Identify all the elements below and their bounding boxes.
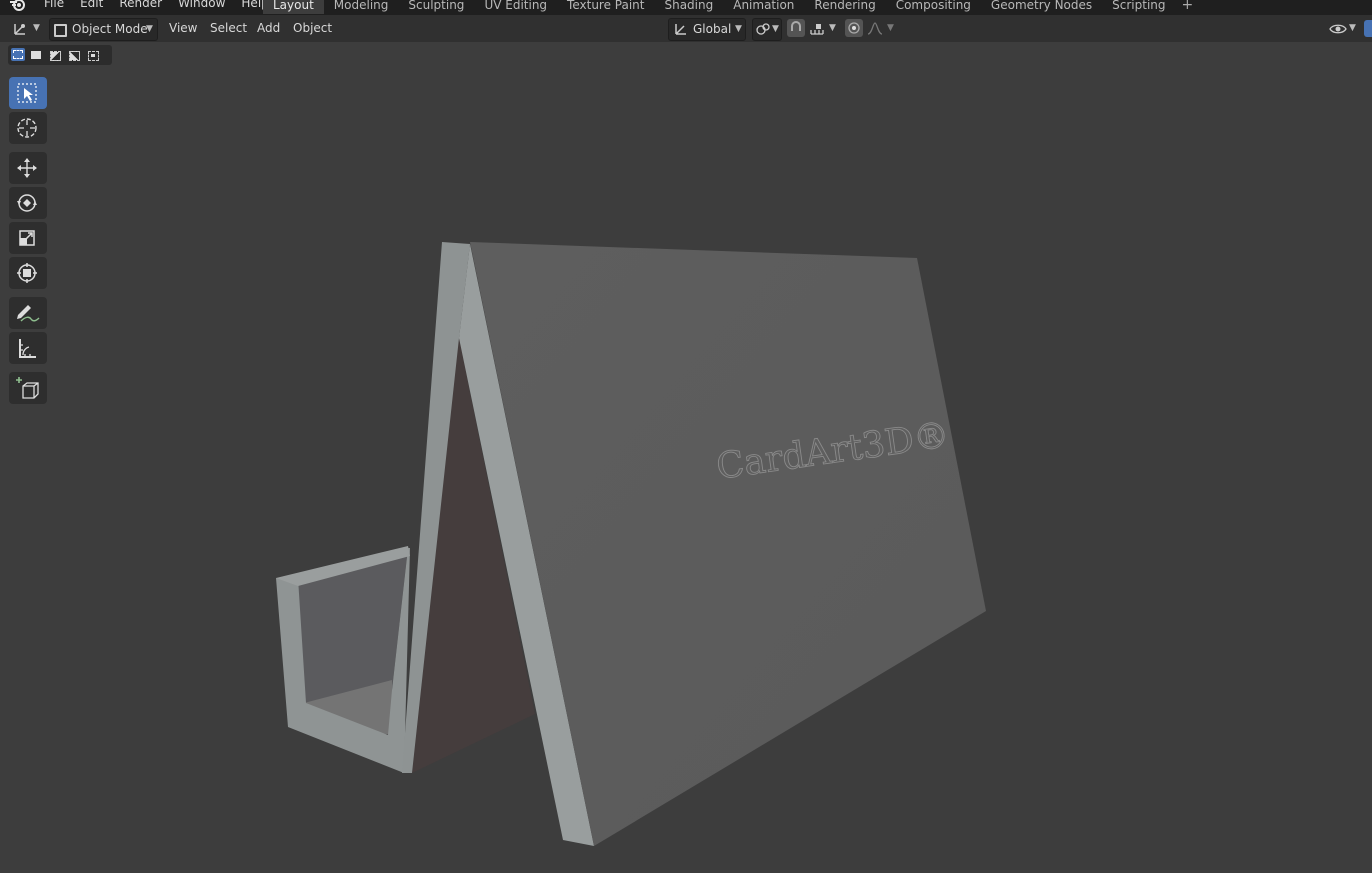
menu-render[interactable]: Render	[111, 0, 170, 11]
falloff-curve-icon	[867, 22, 883, 35]
add-cube-icon	[16, 377, 39, 399]
proportional-edit-icon	[845, 19, 863, 37]
menu-window[interactable]: Window	[170, 0, 233, 11]
falloff-dropdown[interactable]: ▼	[867, 18, 895, 39]
axis-orientation-icon	[675, 24, 686, 35]
chevron-down-icon: ▼	[146, 24, 153, 34]
pencil-icon	[17, 305, 40, 322]
tool-annotate[interactable]	[9, 297, 47, 329]
tab-geometry-nodes[interactable]: Geometry Nodes	[981, 0, 1102, 14]
orientation-dropdown[interactable]: Global ▼	[668, 18, 746, 41]
select-intersect-fill	[91, 54, 95, 57]
menu-add[interactable]: Add	[257, 18, 280, 39]
tab-rendering[interactable]: Rendering	[804, 0, 885, 14]
magnet-icon	[787, 19, 805, 37]
tab-animation[interactable]: Animation	[723, 0, 804, 14]
overlay-toggle[interactable]	[1364, 20, 1372, 37]
chevron-down-icon: ▼	[1349, 23, 1356, 33]
mode-label: Object Mode	[72, 22, 148, 36]
tab-modeling[interactable]: Modeling	[324, 0, 399, 14]
menu-edit[interactable]: Edit	[72, 0, 111, 11]
menu-view[interactable]: View	[169, 18, 197, 39]
snap-target-dropdown[interactable]: ▼	[809, 18, 837, 39]
menu-file[interactable]: File	[36, 0, 72, 11]
tab-uv-editing[interactable]: UV Editing	[474, 0, 557, 14]
select-extend-icon	[31, 51, 41, 59]
snap-increment-icon	[810, 24, 824, 35]
tool-rotate[interactable]	[9, 187, 47, 219]
select-subtract-button[interactable]	[48, 48, 62, 61]
menu-object[interactable]: Object	[293, 18, 332, 39]
menu-select[interactable]: Select	[210, 18, 247, 39]
select-new-button[interactable]	[11, 48, 25, 61]
3d-viewport-icon	[14, 24, 25, 35]
tab-texture-paint[interactable]: Texture Paint	[557, 0, 654, 14]
rotate-icon	[17, 194, 37, 212]
tool-measure[interactable]	[9, 332, 47, 364]
select-invert-icon	[69, 51, 80, 61]
tab-scripting[interactable]: Scripting	[1102, 0, 1175, 14]
tool-scale[interactable]	[9, 222, 47, 254]
object-mode-icon	[54, 24, 67, 37]
transform-icon	[17, 263, 37, 283]
editor-type-button[interactable]: ▼	[10, 18, 40, 39]
chevron-down-icon: ▼	[735, 24, 742, 34]
mode-dropdown[interactable]: Object Mode ▼	[49, 18, 158, 41]
chevron-down-icon: ▼	[887, 23, 894, 33]
3d-viewport[interactable]: CardArt3D®	[0, 42, 1372, 873]
tool-move[interactable]	[9, 152, 47, 184]
tool-transform[interactable]	[9, 257, 47, 289]
visibility-dropdown[interactable]: ▼	[1329, 18, 1359, 39]
chevron-down-icon: ▼	[772, 24, 779, 34]
select-new-icon	[13, 50, 23, 59]
top-bar: File Edit Render Window Help Layout Mode…	[0, 0, 1372, 15]
select-subtract-icon	[50, 51, 61, 61]
pivot-icon	[756, 23, 770, 35]
proportional-editing-toggle[interactable]	[845, 18, 865, 39]
pivot-point-dropdown[interactable]: ▼	[752, 18, 782, 41]
tab-sculpting[interactable]: Sculpting	[398, 0, 474, 14]
select-invert-button[interactable]	[67, 48, 81, 61]
blender-logo-icon[interactable]	[9, 0, 27, 12]
add-workspace-button[interactable]: +	[1176, 0, 1200, 14]
main-menu: File Edit Render Window Help	[36, 0, 277, 11]
select-box-icon	[17, 83, 37, 103]
viewport-header: ▼ Object Mode ▼ View Select Add Object G…	[0, 15, 1372, 42]
tab-layout[interactable]: Layout	[263, 0, 324, 14]
scale-icon	[19, 230, 35, 246]
select-intersect-button[interactable]	[86, 48, 100, 61]
move-icon	[17, 158, 37, 178]
tool-select-box[interactable]	[9, 77, 47, 109]
select-extend-button[interactable]	[29, 48, 43, 61]
snap-toggle[interactable]	[787, 18, 807, 39]
chevron-down-icon: ▼	[33, 23, 40, 33]
orientation-label: Global	[693, 22, 732, 36]
workspace-tabs: Layout Modeling Sculpting UV Editing Tex…	[263, 0, 1199, 14]
tab-compositing[interactable]: Compositing	[886, 0, 981, 14]
eye-icon	[1329, 24, 1347, 34]
tab-shading[interactable]: Shading	[654, 0, 723, 14]
selection-mode-buttons	[8, 45, 112, 65]
cursor-icon	[17, 118, 37, 138]
tool-cursor[interactable]	[9, 112, 47, 144]
chevron-down-icon: ▼	[829, 23, 836, 33]
tool-add-cube[interactable]	[9, 372, 47, 404]
ruler-icon	[19, 339, 36, 358]
